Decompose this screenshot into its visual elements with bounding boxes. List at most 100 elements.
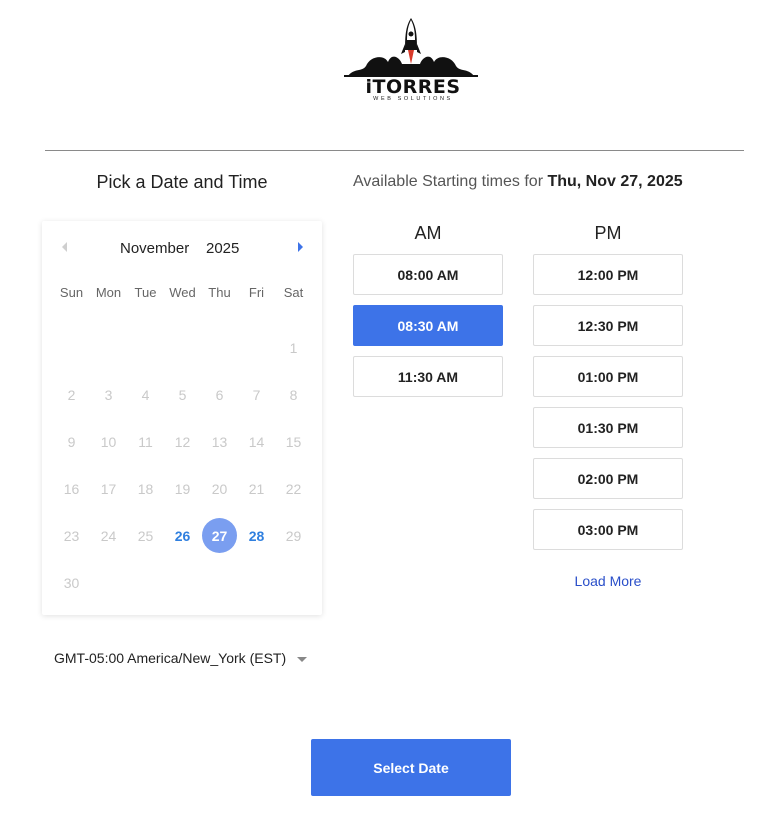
day-number: 26 — [174, 527, 191, 544]
calendar-week: 1 — [53, 324, 312, 371]
day-number: 19 — [174, 480, 191, 497]
day-number: 17 — [100, 480, 117, 497]
time-slot-button[interactable]: 01:00 PM — [533, 356, 683, 397]
day-number: 29 — [285, 527, 302, 544]
calendar-year: 2025 — [206, 240, 240, 257]
calendar-day-empty — [275, 559, 312, 606]
calendar-day: 17 — [90, 465, 127, 512]
time-slot-button[interactable]: 03:00 PM — [533, 509, 683, 550]
calendar-month: November — [120, 240, 190, 257]
calendar-day: 12 — [164, 418, 201, 465]
rocket-logo-icon — [344, 18, 478, 77]
day-number: 21 — [248, 480, 265, 497]
calendar-day: 11 — [127, 418, 164, 465]
calendar-day: 18 — [127, 465, 164, 512]
available-times-heading: Available Starting times for Thu, Nov 27… — [353, 173, 683, 191]
calendar-day-empty — [238, 324, 275, 371]
calendar-day: 22 — [275, 465, 312, 512]
calendar-day: 4 — [127, 371, 164, 418]
day-number: 14 — [248, 433, 265, 450]
day-number: 23 — [63, 527, 80, 544]
calendar-day: 10 — [90, 418, 127, 465]
weekday-label: Mon — [95, 285, 122, 300]
day-number: 16 — [63, 480, 80, 497]
calendar-day: 24 — [90, 512, 127, 559]
calendar-day: 19 — [164, 465, 201, 512]
calendar-day: 8 — [275, 371, 312, 418]
calendar-day: 16 — [53, 465, 90, 512]
day-number: 24 — [100, 527, 117, 544]
calendar-day: 29 — [275, 512, 312, 559]
time-slot-button[interactable]: 08:00 AM — [353, 254, 503, 295]
weekday-header: Sun Mon Tue Wed Thu Fri Sat — [53, 285, 312, 300]
day-number: 4 — [141, 386, 150, 403]
calendar-day-empty — [127, 324, 164, 371]
time-slot-button[interactable]: 12:00 PM — [533, 254, 683, 295]
day-number: 8 — [289, 386, 298, 403]
calendar-day: 6 — [201, 371, 238, 418]
time-slot-button[interactable]: 12:30 PM — [533, 305, 683, 346]
day-number: 11 — [138, 433, 153, 450]
calendar-day: 5 — [164, 371, 201, 418]
calendar-day-empty — [201, 324, 238, 371]
select-date-button[interactable]: Select Date — [311, 739, 511, 796]
chevron-right-icon[interactable] — [298, 242, 303, 252]
brand-logo: iTORRES WEB SOLUTIONS — [340, 14, 482, 106]
calendar-week: 16 17 18 19 20 21 22 — [53, 465, 312, 512]
day-number: 13 — [211, 433, 228, 450]
date-calendar: November 2025 Sun Mon Tue Wed Thu Fri Sat 1234… — [42, 221, 322, 615]
calendar-week: 9 10 11 12 13 14 15 — [53, 418, 312, 465]
calendar-day[interactable]: 27 — [201, 512, 238, 559]
load-more-link[interactable]: Load More — [533, 573, 683, 589]
time-slot-button[interactable]: 11:30 AM — [353, 356, 503, 397]
calendar-day[interactable]: 26 — [164, 512, 201, 559]
time-slot-button[interactable]: 01:30 PM — [533, 407, 683, 448]
calendar-day: 3 — [90, 371, 127, 418]
calendar-day-empty — [127, 559, 164, 606]
available-times-prefix: Available Starting times for — [353, 173, 544, 190]
calendar-day[interactable]: 28 — [238, 512, 275, 559]
day-number: 28 — [248, 527, 265, 544]
calendar-day: 20 — [201, 465, 238, 512]
time-slot-button[interactable]: 02:00 PM — [533, 458, 683, 499]
selected-date-label: Thu, Nov 27, 2025 — [547, 173, 683, 190]
day-number: 6 — [215, 386, 224, 403]
timezone-select[interactable]: GMT-05:00 America/New_York (EST) — [54, 650, 286, 666]
chevron-left-icon[interactable] — [62, 242, 67, 252]
calendar-day-empty — [90, 559, 127, 606]
pm-column-heading: PM — [594, 223, 622, 243]
day-number: 7 — [252, 386, 261, 403]
calendar-day: 15 — [275, 418, 312, 465]
calendar-day: 9 — [53, 418, 90, 465]
calendar-day: 2 — [53, 371, 90, 418]
brand-name: iTORRES — [365, 76, 461, 98]
day-number: 20 — [211, 480, 228, 497]
calendar-day: 21 — [238, 465, 275, 512]
brand-tagline: WEB SOLUTIONS — [373, 96, 453, 102]
day-number: 9 — [67, 433, 76, 450]
calendar-day: 13 — [201, 418, 238, 465]
calendar-day: 1 — [275, 324, 312, 371]
day-number: 10 — [100, 433, 117, 450]
day-number: 5 — [178, 386, 187, 403]
day-number: 3 — [104, 386, 113, 403]
calendar-day-empty — [164, 559, 201, 606]
calendar-week: 30 — [53, 559, 312, 606]
chevron-down-icon[interactable] — [297, 657, 307, 662]
calendar-day-empty — [90, 324, 127, 371]
am-column-heading: AM — [414, 223, 442, 243]
weekday-label: Wed — [169, 285, 196, 300]
day-number: 30 — [63, 574, 80, 591]
weekday-label: Tue — [134, 285, 157, 300]
day-number: 25 — [137, 527, 154, 544]
time-slot-button[interactable]: 08:30 AM — [353, 305, 503, 346]
calendar-day-empty — [164, 324, 201, 371]
day-number: 12 — [174, 433, 191, 450]
calendar-day: 25 — [127, 512, 164, 559]
calendar-grid: 1 2 3 4 5 6 7 8 9 10 11 12 13 14 15 16 17 18 19 20 21 22 23 24 2… — [53, 324, 312, 606]
day-number: 22 — [285, 480, 302, 497]
calendar-day: 7 — [238, 371, 275, 418]
calendar-day-empty — [238, 559, 275, 606]
calendar-week: 23 24 25 26 27 28 29 — [53, 512, 312, 559]
header-divider — [45, 150, 744, 151]
